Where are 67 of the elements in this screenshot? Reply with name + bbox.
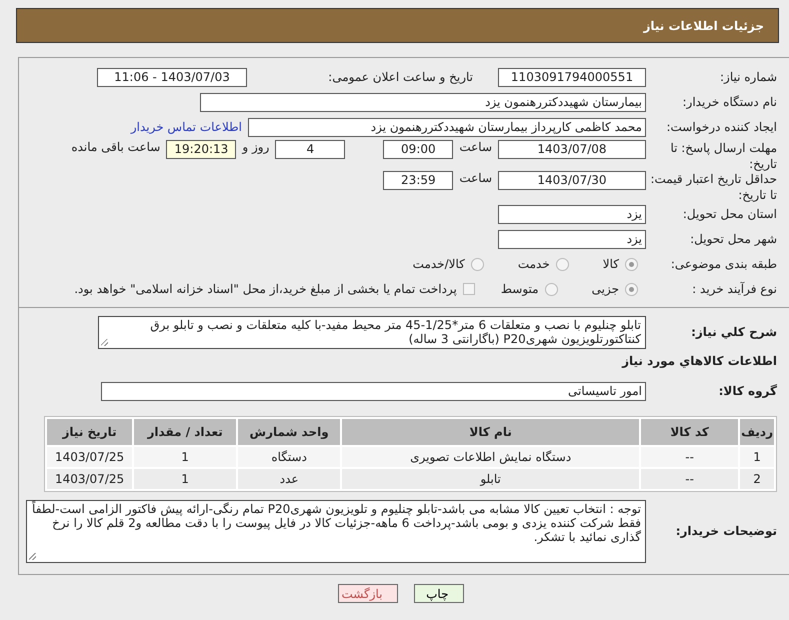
field-label: شهر محل تحویل:	[689, 232, 778, 246]
radio-label: کالا	[602, 257, 619, 271]
table-cell: 1	[134, 447, 236, 467]
radio-label: متوسط	[500, 282, 539, 296]
field-label: گروه کالا:	[718, 384, 778, 398]
time-label: ساعت	[459, 171, 492, 185]
radio-label: جزیی	[592, 282, 619, 296]
radio-label: خدمت	[518, 257, 550, 271]
table-cell: دستگاه نمایش اطلاعات تصویری	[342, 447, 640, 467]
table-cell: 1403/07/25	[47, 447, 132, 467]
table-cell: دستگاه	[238, 447, 340, 467]
validity-date-field: 1403/07/30	[498, 171, 646, 190]
table-cell: --	[641, 447, 738, 467]
days-label: روز و	[242, 140, 270, 154]
column-header: تاریخ نیاز	[47, 419, 132, 445]
column-header: نام کالا	[342, 419, 640, 445]
field-label: تاریخ و ساعت اعلان عمومی:	[327, 70, 473, 84]
remaining-time-field: 19:20:13	[166, 140, 236, 159]
table-cell: 1	[740, 447, 774, 467]
buyer-contact-link[interactable]: اطلاعات تماس خریدار	[130, 120, 242, 134]
notes-textarea[interactable]: توجه : انتخاب تعیین کالا مشابه می باشد-تابلو چنلیوم و تلویزیون شهریP20 تمام رنگی-ارائه پیش فاکتور الزامی است-لطفاً فقط شرکت کننده یزدی و بومی باشد-پرداخت 6 ماهه-جزئیات کالا در فایل پیوست را با دقت مطالعه و2 قلم کالا را نرخ گذاری نمائید با تشکر.	[26, 500, 646, 562]
field-label: نوع فرآیند خرید :	[691, 282, 778, 296]
deadline-date-field: 1403/07/08	[498, 140, 646, 159]
radio-button[interactable]	[625, 258, 638, 270]
column-header: واحد شمارش	[238, 419, 340, 445]
table-cell: 1	[134, 469, 236, 489]
section-title: اطلاعات کالاهاي مورد نياز	[620, 354, 778, 368]
description-textarea[interactable]: تابلو چنلیوم با نصب و متعلقات 6 متر*1/25-45 متر محیط مفید-با کلیه متعلقات و نصب و تابلو برق کنتاکتورتلویزیون شهریP20 (باگارانتی 3 ساله)	[98, 316, 646, 348]
field-label: استان محل تحویل:	[682, 207, 778, 221]
buyer-field: بیمارستان شهیددکتررهنمون یزد	[200, 92, 646, 112]
column-header: ردیف	[740, 419, 774, 445]
column-header: تعداد / مقدار	[134, 419, 236, 445]
print-button[interactable]: چاپ	[414, 584, 464, 603]
radio-button[interactable]	[625, 282, 638, 296]
time-label: ساعت	[459, 140, 492, 154]
radio-button[interactable]	[470, 258, 484, 270]
field-label: ایجاد کننده درخواست:	[665, 120, 778, 134]
goods-group-field: امور تاسیساتی	[101, 382, 646, 400]
field-label: نام دستگاه خریدار:	[682, 95, 778, 109]
field-label: شماره نیاز:	[719, 70, 778, 84]
radio-button[interactable]	[544, 282, 558, 296]
column-header: کد کالا	[641, 419, 738, 445]
field-label: توضیحات خریدار:	[674, 524, 778, 538]
deadline-time-field: 09:00	[383, 140, 454, 159]
table-cell: --	[641, 469, 738, 489]
radio-button[interactable]	[556, 258, 569, 270]
table-cell: عدد	[238, 469, 340, 489]
field-label: مهلت ارسال پاسخ: تا تاریخ:	[669, 140, 778, 172]
checkbox[interactable]	[462, 283, 475, 295]
province-field: یزد	[498, 204, 646, 224]
validity-time-field: 23:59	[383, 171, 454, 190]
days-field: 4	[275, 140, 346, 159]
creator-field: محمد کاظمی کارپرداز بیمارستان شهیددکتررهنمون یزد	[248, 118, 646, 136]
city-field: یزد	[498, 230, 646, 248]
need-number-field: 1103091794000551	[498, 68, 646, 86]
table-cell: 2	[740, 469, 774, 489]
field-label: شرح کلي نياز:	[690, 325, 778, 339]
back-button[interactable]: بازگشت	[338, 584, 398, 603]
table-cell: 1403/07/25	[47, 469, 132, 489]
announce-date-field: 1403/07/03 - 11:06	[97, 68, 247, 86]
page-title: جزئیات اطلاعات نیاز	[643, 18, 764, 32]
radio-label: کالا/خدمت	[412, 257, 465, 271]
field-label: حداقل تاریخ اعتبار قیمت: تا تاریخ:	[649, 171, 778, 203]
remaining-label: ساعت باقی مانده	[71, 140, 160, 154]
table-cell: تابلو	[342, 469, 640, 489]
checkbox-label: پرداخت تمام یا بخشی از مبلغ خرید،از محل "اسناد خزانه اسلامی" خواهد بود.	[74, 282, 457, 296]
field-label: طبقه بندی موضوعی:	[670, 257, 778, 271]
